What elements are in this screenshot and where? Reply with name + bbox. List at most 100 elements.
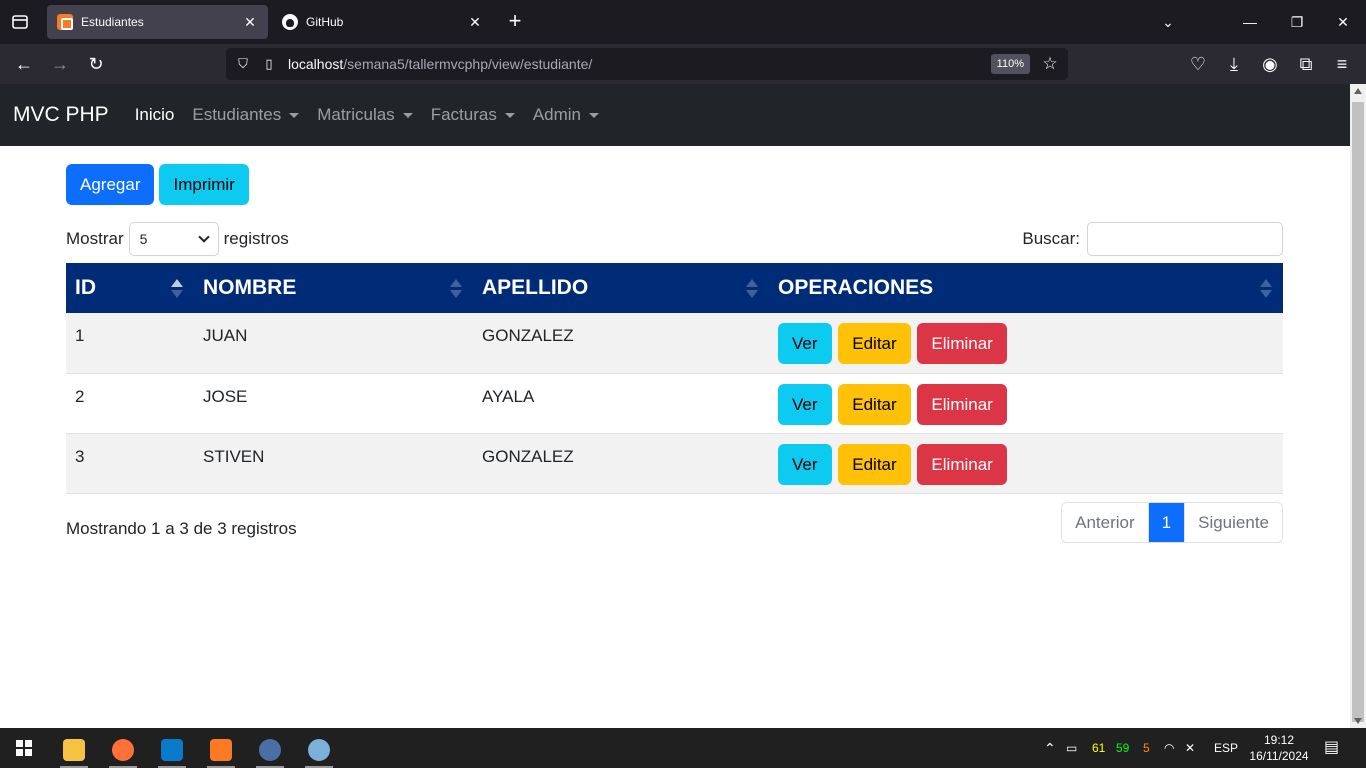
language-indicator[interactable]: ESP — [1214, 728, 1238, 768]
header-label: APELLIDO — [482, 276, 589, 299]
vertical-scrollbar[interactable] — [1350, 84, 1366, 728]
reload-icon[interactable]: ↻ — [84, 52, 108, 76]
close-tab-icon[interactable]: ✕ — [467, 14, 483, 30]
chevron-up-icon[interactable]: ⌃ — [1044, 728, 1056, 768]
edit-button[interactable]: Editar — [838, 323, 911, 364]
vscode-icon[interactable] — [152, 732, 192, 768]
taskbar: ⌃ ▭ 61 59 5 ◠ ✕ ESP 19:12 16/11/2024 ▤ — [0, 728, 1366, 768]
column-header-operaciones[interactable]: OPERACIONES — [769, 263, 1283, 313]
edit-button[interactable]: Editar — [838, 443, 911, 485]
battery-icon[interactable]: ▭ — [1066, 728, 1077, 768]
sort-icon — [450, 279, 462, 299]
table-row: 3 STIVEN GONZALEZ Ver Editar Eliminar — [66, 433, 1283, 493]
search-input[interactable] — [1087, 222, 1283, 256]
nav-admin[interactable]: Admin — [533, 105, 600, 125]
xampp-icon[interactable] — [201, 732, 241, 768]
header-label: NOMBRE — [203, 276, 297, 299]
restore-icon[interactable]: ❐ — [1285, 10, 1309, 34]
tab-github[interactable]: GitHub ✕ — [272, 5, 493, 39]
cell-id: 2 — [75, 386, 85, 406]
view-button[interactable]: Ver — [778, 323, 832, 364]
url-bar[interactable]: ⛉ ▯ localhost/semana5/tallermvcphp/view/… — [226, 48, 1068, 80]
nav-label: Facturas — [430, 105, 497, 124]
zoom-level[interactable]: 110% — [990, 54, 1030, 74]
delete-button[interactable]: Eliminar — [917, 383, 1007, 425]
scroll-down-icon[interactable] — [1354, 718, 1362, 724]
add-button[interactable]: Agregar — [66, 164, 155, 205]
view-button[interactable]: Ver — [778, 383, 832, 425]
nav-label: Matriculas — [317, 105, 395, 124]
view-button[interactable]: Ver — [778, 443, 832, 485]
delete-button[interactable]: Eliminar — [917, 443, 1007, 485]
table-header-row: ID NOMBRE APELLIDO OPERACIONES — [66, 263, 1283, 313]
account-icon[interactable]: ◉ — [1258, 52, 1282, 76]
nav-inicio[interactable]: Inicio — [135, 105, 175, 125]
tray-number: 61 — [1092, 741, 1106, 755]
settings-gear-icon[interactable] — [250, 732, 290, 768]
chevron-down-icon — [197, 231, 210, 243]
print-button[interactable]: Imprimir — [159, 164, 249, 205]
cell-nombre: JOSE — [203, 386, 248, 406]
url-text[interactable]: localhost/semana5/tallermvcphp/view/estu… — [288, 56, 991, 72]
list-all-tabs-icon[interactable]: ⌄ — [1156, 10, 1180, 34]
download-icon[interactable]: ⤓ — [1222, 52, 1246, 76]
cell-apellido: GONZALEZ — [482, 326, 574, 345]
tray-number: 5 — [1143, 741, 1150, 755]
speaker-muted-icon[interactable]: ✕ — [1185, 728, 1195, 768]
cell-operaciones: Ver Editar Eliminar — [769, 313, 1283, 373]
nav-estudiantes[interactable]: Estudiantes — [192, 105, 300, 125]
nav-matriculas[interactable]: Matriculas — [317, 105, 413, 125]
sort-icon — [746, 279, 758, 299]
windows-start-icon[interactable] — [16, 740, 32, 756]
sort-icon — [171, 279, 183, 299]
next-page-button[interactable]: Siguiente — [1184, 503, 1282, 542]
close-window-icon[interactable]: ✕ — [1331, 10, 1355, 34]
tab-title: GitHub — [306, 15, 344, 29]
cell-apellido: GONZALEZ — [482, 446, 574, 466]
sort-icon — [1260, 279, 1272, 299]
notifications-icon[interactable]: ▤ — [1324, 728, 1339, 768]
table-row: 1 JUAN GONZALEZ Ver Editar Eliminar — [66, 313, 1283, 373]
extensions-icon[interactable]: ⧉ — [1294, 52, 1318, 76]
header-label: ID — [75, 276, 96, 299]
pagination: Anterior 1 Siguiente — [1061, 502, 1283, 543]
brand[interactable]: MVC PHP — [13, 103, 109, 127]
cell-id: 1 — [75, 326, 85, 345]
page-length-select[interactable]: 5 — [128, 222, 219, 256]
close-tab-icon[interactable]: ✕ — [242, 14, 258, 30]
nav-facturas[interactable]: Facturas — [431, 105, 515, 125]
clock[interactable]: 19:12 16/11/2024 — [1248, 732, 1310, 764]
delete-button[interactable]: Eliminar — [917, 323, 1007, 364]
previous-page-button[interactable]: Anterior — [1062, 503, 1148, 542]
cell-operaciones: Ver Editar Eliminar — [769, 373, 1283, 433]
column-header-nombre[interactable]: NOMBRE — [194, 263, 473, 313]
shield-icon[interactable]: ⛉ — [234, 55, 252, 73]
firefox-icon[interactable] — [103, 732, 143, 768]
time: 19:12 — [1263, 733, 1295, 747]
tab-estudiantes[interactable]: Estudiantes ✕ — [47, 5, 268, 39]
pocket-icon[interactable]: ♡ — [1186, 52, 1210, 76]
column-header-apellido[interactable]: APELLIDO — [473, 263, 769, 313]
paint-icon[interactable] — [299, 732, 339, 768]
minimize-icon[interactable]: — — [1238, 10, 1262, 34]
column-header-id[interactable]: ID — [66, 263, 194, 313]
file-explorer-icon[interactable] — [54, 732, 94, 768]
scroll-up-icon[interactable] — [1354, 88, 1362, 94]
action-toolbar: Agregar Imprimir — [66, 164, 249, 205]
tab-list-icon[interactable] — [8, 10, 32, 34]
browser-toolbar: ← → ↻ ⛉ ▯ localhost/semana5/tallermvcphp… — [0, 44, 1366, 84]
forward-icon[interactable]: → — [48, 52, 72, 76]
new-tab-icon[interactable]: + — [503, 10, 527, 34]
scrollbar-thumb[interactable] — [1352, 102, 1364, 722]
wifi-icon[interactable]: ◠ — [1164, 728, 1174, 768]
page-1-button[interactable]: 1 — [1147, 503, 1185, 542]
back-icon[interactable]: ← — [12, 52, 36, 76]
bookmark-star-icon[interactable]: ☆ — [1040, 54, 1060, 74]
app-navbar: MVC PHP Inicio Estudiantes Matriculas Fa… — [0, 84, 1350, 146]
edit-button[interactable]: Editar — [838, 383, 911, 425]
nav-label: Inicio — [134, 105, 175, 124]
table-info: Mostrando 1 a 3 de 3 registros — [66, 519, 297, 538]
menu-icon[interactable]: ≡ — [1330, 52, 1354, 76]
tray-number: 59 — [1116, 741, 1130, 755]
cell-nombre: JUAN — [203, 326, 248, 345]
